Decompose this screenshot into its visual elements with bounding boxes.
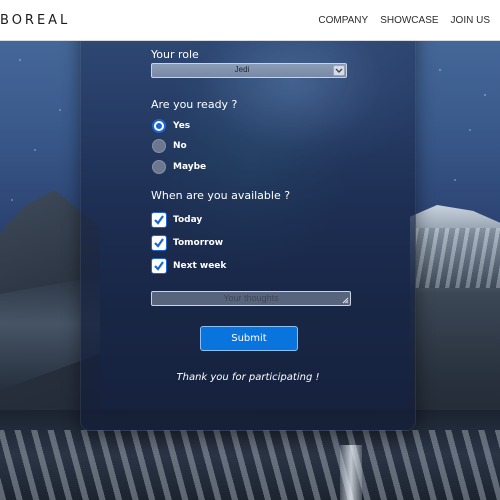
checkbox-next-week-label: Next week: [173, 261, 227, 271]
radio-no-label: No: [173, 141, 187, 151]
waterfall: [340, 445, 362, 500]
snow-right: [415, 228, 500, 288]
valley-snow: [0, 430, 500, 500]
thank-you-message: Thank you for participating !: [176, 372, 320, 383]
role-select[interactable]: Jedi: [151, 63, 347, 78]
radio-yes[interactable]: [152, 119, 166, 133]
resize-handle-icon[interactable]: [342, 297, 349, 304]
nav-links: COMPANY SHOWCASE JOIN US: [318, 15, 490, 26]
ready-label: Are you ready ?: [151, 98, 238, 111]
form-panel: Your role Jedi Are you ready ? Yes No Ma…: [80, 20, 416, 431]
checkbox-tomorrow[interactable]: [151, 235, 167, 251]
checkbox-next-week[interactable]: [151, 258, 167, 274]
brand-logo[interactable]: BOREAL: [0, 13, 70, 28]
availability-label: When are you available ?: [151, 189, 291, 202]
radio-maybe[interactable]: [152, 160, 166, 174]
checkbox-tomorrow-label: Tomorrow: [173, 238, 224, 248]
nav-link-join-us[interactable]: JOIN US: [451, 15, 490, 26]
role-select-value: Jedi: [234, 65, 250, 74]
chevron-down-icon[interactable]: [333, 65, 345, 76]
top-navbar: BOREAL COMPANY SHOWCASE JOIN US: [0, 0, 500, 41]
thoughts-placeholder: Your thoughts: [223, 293, 279, 303]
check-icon: [154, 215, 164, 225]
radio-no[interactable]: [152, 139, 166, 153]
checkbox-today-label: Today: [173, 215, 203, 225]
checkbox-today[interactable]: [151, 212, 167, 228]
nav-link-company[interactable]: COMPANY: [318, 15, 368, 26]
thoughts-textarea[interactable]: Your thoughts: [151, 291, 351, 306]
check-icon: [154, 261, 164, 271]
submit-button[interactable]: Submit: [200, 326, 298, 351]
radio-maybe-label: Maybe: [173, 162, 207, 172]
check-icon: [154, 238, 164, 248]
radio-yes-label: Yes: [173, 121, 191, 131]
role-label: Your role: [151, 48, 199, 61]
nav-link-showcase[interactable]: SHOWCASE: [380, 15, 438, 26]
